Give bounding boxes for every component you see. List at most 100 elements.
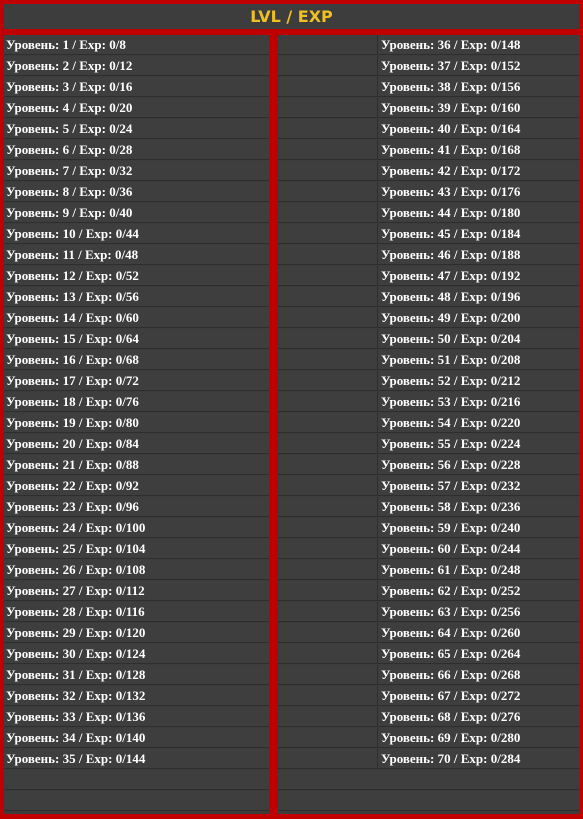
level-row: Уровень: 50 / Exp: 0/204	[278, 329, 580, 349]
level-row: Уровень: 49 / Exp: 0/200	[278, 308, 580, 328]
level-row-label: Уровень: 68 / Exp: 0/276	[381, 709, 521, 724]
level-row-label: Уровень: 58 / Exp: 0/236	[381, 499, 521, 514]
level-row: Уровень: 65 / Exp: 0/264	[278, 644, 580, 664]
level-row: Уровень: 46 / Exp: 0/188	[278, 245, 580, 265]
empty-row	[278, 791, 580, 811]
empty-cell	[278, 749, 378, 768]
level-row-label: Уровень: 36 / Exp: 0/148	[381, 37, 521, 52]
level-row-label: Уровень: 39 / Exp: 0/160	[381, 100, 521, 115]
level-row: Уровень: 35 / Exp: 0/144	[4, 749, 269, 769]
level-row-label: Уровень: 62 / Exp: 0/252	[381, 583, 521, 598]
level-row: Уровень: 43 / Exp: 0/176	[278, 182, 580, 202]
level-row: Уровень: 64 / Exp: 0/260	[278, 623, 580, 643]
level-row: Уровень: 31 / Exp: 0/128	[4, 665, 269, 685]
level-row: Уровень: 17 / Exp: 0/72	[4, 371, 269, 391]
empty-cell	[278, 644, 378, 663]
level-row: Уровень: 67 / Exp: 0/272	[278, 686, 580, 706]
empty-cell	[278, 560, 378, 579]
level-row-label: Уровень: 43 / Exp: 0/176	[381, 184, 521, 199]
empty-cell	[278, 203, 378, 222]
level-row-label: Уровень: 67 / Exp: 0/272	[381, 688, 521, 703]
empty-cell	[278, 539, 378, 558]
level-row-label: Уровень: 37 / Exp: 0/152	[381, 58, 521, 73]
level-row: Уровень: 3 / Exp: 0/16	[4, 77, 269, 97]
empty-cell	[278, 245, 378, 264]
empty-cell	[278, 140, 378, 159]
level-row: Уровень: 18 / Exp: 0/76	[4, 392, 269, 412]
level-row-label: Уровень: 52 / Exp: 0/212	[381, 373, 521, 388]
level-row: Уровень: 44 / Exp: 0/180	[278, 203, 580, 223]
empty-cell	[278, 329, 378, 348]
level-row: Уровень: 19 / Exp: 0/80	[4, 413, 269, 433]
empty-cell	[278, 350, 378, 369]
level-row: Уровень: 2 / Exp: 0/12	[4, 56, 269, 76]
empty-cell	[278, 665, 378, 684]
empty-cell	[278, 371, 378, 390]
level-row: Уровень: 66 / Exp: 0/268	[278, 665, 580, 685]
level-row: Уровень: 63 / Exp: 0/256	[278, 602, 580, 622]
level-row: Уровень: 29 / Exp: 0/120	[4, 623, 269, 643]
level-row: Уровень: 16 / Exp: 0/68	[4, 350, 269, 370]
level-row: Уровень: 1 / Exp: 0/8	[4, 35, 269, 55]
level-row: Уровень: 8 / Exp: 0/36	[4, 182, 269, 202]
level-row: Уровень: 11 / Exp: 0/48	[4, 245, 269, 265]
level-row: Уровень: 45 / Exp: 0/184	[278, 224, 580, 244]
empty-cell	[278, 686, 378, 705]
empty-cell	[278, 98, 378, 117]
level-row: Уровень: 6 / Exp: 0/28	[4, 140, 269, 160]
level-row-label: Уровень: 49 / Exp: 0/200	[381, 310, 521, 325]
empty-row	[4, 770, 269, 790]
level-row: Уровень: 59 / Exp: 0/240	[278, 518, 580, 538]
level-row-label: Уровень: 57 / Exp: 0/232	[381, 478, 521, 493]
level-row: Уровень: 53 / Exp: 0/216	[278, 392, 580, 412]
level-row: Уровень: 32 / Exp: 0/132	[4, 686, 269, 706]
empty-row	[278, 770, 580, 790]
level-row: Уровень: 55 / Exp: 0/224	[278, 434, 580, 454]
level-row-label: Уровень: 60 / Exp: 0/244	[381, 541, 521, 556]
level-row-label: Уровень: 63 / Exp: 0/256	[381, 604, 521, 619]
empty-cell	[278, 224, 378, 243]
empty-cell	[278, 77, 378, 96]
level-row: Уровень: 27 / Exp: 0/112	[4, 581, 269, 601]
level-row: Уровень: 25 / Exp: 0/104	[4, 539, 269, 559]
level-list-right: Уровень: 36 / Exp: 0/148 Уровень: 37 / Ex…	[278, 35, 580, 814]
empty-row	[4, 791, 269, 811]
level-row: Уровень: 69 / Exp: 0/280	[278, 728, 580, 748]
level-row: Уровень: 42 / Exp: 0/172	[278, 161, 580, 181]
empty-cell	[278, 119, 378, 138]
level-row: Уровень: 20 / Exp: 0/84	[4, 434, 269, 454]
level-row-label: Уровень: 53 / Exp: 0/216	[381, 394, 521, 409]
level-row: Уровень: 24 / Exp: 0/100	[4, 518, 269, 538]
level-row: Уровень: 52 / Exp: 0/212	[278, 371, 580, 391]
level-row: Уровень: 56 / Exp: 0/228	[278, 455, 580, 475]
level-row: Уровень: 33 / Exp: 0/136	[4, 707, 269, 727]
level-row: Уровень: 34 / Exp: 0/140	[4, 728, 269, 748]
empty-cell	[278, 581, 378, 600]
empty-cell	[278, 707, 378, 726]
empty-cell	[278, 413, 378, 432]
level-row-label: Уровень: 46 / Exp: 0/188	[381, 247, 521, 262]
level-row-label: Уровень: 61 / Exp: 0/248	[381, 562, 521, 577]
level-row: Уровень: 9 / Exp: 0/40	[4, 203, 269, 223]
level-row: Уровень: 21 / Exp: 0/88	[4, 455, 269, 475]
empty-cell	[278, 602, 378, 621]
level-row-label: Уровень: 50 / Exp: 0/204	[381, 331, 521, 346]
empty-cell	[278, 308, 378, 327]
level-row-label: Уровень: 54 / Exp: 0/220	[381, 415, 521, 430]
level-row: Уровень: 51 / Exp: 0/208	[278, 350, 580, 370]
level-row-label: Уровень: 41 / Exp: 0/168	[381, 142, 521, 157]
level-row: Уровень: 10 / Exp: 0/44	[4, 224, 269, 244]
level-row-label: Уровень: 70 / Exp: 0/284	[381, 751, 521, 766]
level-row: Уровень: 7 / Exp: 0/32	[4, 161, 269, 181]
empty-cell	[278, 56, 378, 75]
empty-cell	[278, 434, 378, 453]
level-row: Уровень: 26 / Exp: 0/108	[4, 560, 269, 580]
level-row: Уровень: 38 / Exp: 0/156	[278, 77, 580, 97]
level-row: Уровень: 4 / Exp: 0/20	[4, 98, 269, 118]
level-row: Уровень: 37 / Exp: 0/152	[278, 56, 580, 76]
level-row: Уровень: 58 / Exp: 0/236	[278, 497, 580, 517]
level-row: Уровень: 47 / Exp: 0/192	[278, 266, 580, 286]
level-row-label: Уровень: 64 / Exp: 0/260	[381, 625, 521, 640]
empty-cell	[278, 518, 378, 537]
level-row: Уровень: 40 / Exp: 0/164	[278, 119, 580, 139]
